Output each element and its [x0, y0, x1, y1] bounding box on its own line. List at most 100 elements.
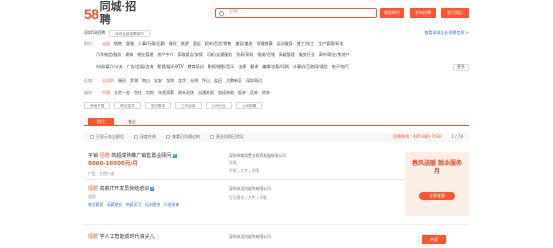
area-item[interactable]: 福田 — [118, 78, 126, 84]
industry-row-3: 市场/媒介/公关 广告/会展/咨询 影视/娱乐/KTV 教育培训 影视/摄影/音… — [84, 64, 469, 71]
industry-item[interactable]: 美容/美发 — [235, 41, 252, 47]
area-item[interactable]: 龙岗 — [166, 78, 174, 84]
welfare-item[interactable]: 交通补助 — [198, 90, 214, 96]
industry-item[interactable]: 普工/技工 — [297, 41, 314, 47]
welfare-item[interactable]: 周末双休 — [178, 90, 194, 96]
filter-option[interactable]: 营业执照已验证 — [210, 134, 244, 140]
industry-item[interactable]: 家政保洁/安保 — [177, 52, 202, 58]
logo-text: 同城·招聘 — [99, 0, 137, 26]
promo-title: 春风送暖 就业服务月 — [411, 160, 463, 175]
industry-item[interactable]: 广告/会展/咨询 — [127, 64, 154, 70]
area-item[interactable]: 深圳周边 — [246, 78, 262, 84]
job-title[interactable]: 招聘 学人工智能成时代浪尖儿 — [88, 234, 155, 240]
industry-row-2: 汽车制造/服务 建筑 物业管理 房产中介 家政保洁/安保 司机/交通服务 贸易/… — [84, 52, 469, 58]
more-button[interactable]: 更多 — [453, 64, 469, 71]
industry-item[interactable]: 超市/百货/零售 — [205, 41, 232, 47]
industry-item[interactable]: 餐饮 — [169, 41, 177, 47]
welfare-item[interactable]: 加班补助 — [218, 90, 234, 96]
search-input[interactable]: 招聘 — [215, 8, 377, 18]
area-item[interactable]: 光明 — [190, 78, 198, 84]
welfare-item[interactable]: 饭补 — [238, 90, 246, 96]
industry-item[interactable]: 物流/仓储 — [257, 52, 274, 58]
industry-item[interactable]: 保健按摩 — [257, 41, 273, 47]
industry-item[interactable]: 酒店 — [193, 41, 201, 47]
industry-item[interactable]: 物业管理 — [137, 52, 153, 58]
industry-item[interactable]: 市场/媒介/公关 — [96, 64, 123, 70]
industry-item[interactable]: 教育培训 — [188, 64, 204, 70]
apply-button[interactable]: 申请 — [422, 235, 446, 244]
area-item[interactable]: 龙华 — [178, 78, 186, 84]
welfare-item[interactable]: 包住 — [134, 90, 142, 96]
welfare-item[interactable]: 五险一金 — [114, 90, 130, 96]
area-item[interactable]: 罗湖 — [130, 78, 138, 84]
industry-item[interactable]: 电子/电气 — [332, 64, 349, 70]
welfare-item[interactable]: 话补 — [250, 90, 258, 96]
company-help-link[interactable]: 查看深圳企业招聘信息 > — [424, 30, 469, 36]
pagination[interactable]: 1 / 70 — [451, 134, 469, 140]
area-item[interactable]: 宝安 — [154, 78, 162, 84]
industry-item[interactable]: 生产管理/研发 — [318, 41, 343, 47]
location-select[interactable]: 深圳全部招聘城市 — [109, 30, 150, 37]
welfare-item[interactable]: 房补 — [262, 90, 270, 96]
welfare-item[interactable]: 年底双薪 — [158, 90, 174, 96]
welfare-item[interactable]: 不限 — [102, 90, 110, 96]
job-title[interactable]: 招聘 高薪IT开发员快结培训 V — [88, 186, 155, 192]
filter-select[interactable]: 公司规模 — [235, 102, 263, 109]
company-name[interactable]: 深圳市商润置业投资发展有限公司 — [229, 153, 286, 159]
publish-button[interactable]: 发布招聘 — [410, 8, 436, 18]
industry-item[interactable]: 法律 — [238, 64, 246, 70]
industry-item[interactable]: 汽车制造/服务 — [96, 52, 121, 58]
industry-item[interactable]: 影视/摄影/音乐 — [208, 64, 235, 70]
tab-companies[interactable]: 名企 — [122, 118, 142, 126]
welfare-item[interactable]: 包吃 — [146, 90, 154, 96]
hotline-text: 招聘热线：400-880-7530 — [393, 134, 442, 140]
industry-item[interactable]: 全部 — [102, 41, 110, 47]
job-requirements: 不限 | 大专 | 不限 — [229, 168, 260, 173]
industry-item[interactable]: 高中/职业/房地产 — [319, 52, 350, 58]
industry-item[interactable]: 客服 — [126, 41, 134, 47]
job-listing[interactable]: 招聘 学人工智能成时代浪尖儿 深圳市达内软件有限公司 — [84, 230, 469, 248]
industry-item[interactable]: 人事/行政/后勤 — [138, 41, 165, 47]
industry-item[interactable]: 翻译 — [250, 64, 258, 70]
area-row: 区域： 全深圳 福田 罗湖 南山 宝安 龙岗 龙华 光明 坪山 盐田 大鹏新区 … — [84, 78, 262, 84]
industry-item[interactable]: 贸易/采购 — [236, 52, 253, 58]
filter-select[interactable]: 学历要求 — [144, 102, 172, 109]
industry-item[interactable]: 编辑/出版/印刷 — [262, 64, 289, 70]
filter-select[interactable]: 公司行业 — [205, 102, 232, 109]
filter-option[interactable]: 查看已沟通过的 — [166, 134, 200, 140]
promo-button[interactable]: 立即查看 — [419, 192, 455, 200]
company-name[interactable]: 深圳市达内软件有限公司 — [229, 186, 271, 192]
area-item[interactable]: 盐田 — [214, 78, 222, 84]
industry-item[interactable]: 运动健身 — [277, 41, 293, 47]
checkbox-icon — [90, 135, 94, 140]
filter-select[interactable]: 其他不限 — [84, 102, 111, 109]
login-button[interactable]: 登记简历 — [441, 8, 469, 18]
industry-item[interactable]: 服务行业 — [299, 52, 315, 58]
search-button[interactable]: 搜索职位 — [380, 8, 404, 18]
industry-item[interactable]: 销售 — [114, 41, 122, 47]
industry-item[interactable]: 高级管理 — [279, 52, 295, 58]
area-item[interactable]: 南山 — [142, 78, 150, 84]
company-name[interactable]: 深圳市达内软件有限公司 — [229, 234, 271, 240]
checkbox-icon — [134, 135, 138, 140]
industry-item[interactable]: 旅游 — [181, 41, 189, 47]
area-item[interactable]: 大鹏新区 — [226, 78, 242, 84]
job-title[interactable]: 平销 招聘 商超成熟推广销售置业顾问 V — [88, 153, 177, 159]
checkbox-icon — [166, 135, 170, 140]
industry-item[interactable]: 房产中介 — [157, 52, 173, 58]
promo-banner[interactable]: 春风送暖 就业服务月 立即查看 — [405, 152, 469, 216]
area-item[interactable]: 全深圳 — [102, 78, 114, 84]
industry-item[interactable]: 计算机/互联网/通信 — [293, 64, 328, 70]
filter-option[interactable]: 深度在线 — [134, 134, 156, 140]
industry-item[interactable]: 建筑 — [125, 52, 133, 58]
job-location: 深圳 — [88, 194, 96, 199]
tab-jobs[interactable]: 职位 — [88, 118, 114, 126]
filter-option[interactable]: 只显示名企职位 — [90, 134, 124, 140]
area-item[interactable]: 坪山 — [202, 78, 210, 84]
site-logo[interactable]: 58 同城·招聘 — [84, 1, 144, 26]
filter-select[interactable]: 职位性质 — [114, 102, 141, 109]
industry-item[interactable]: 司机/交通服务 — [207, 52, 232, 58]
industry-item[interactable]: 影视/娱乐/KTV — [157, 64, 183, 70]
filter-select-row: 其他不限 职位性质 学历要求 工作经验 公司行业 公司规模 — [84, 102, 469, 109]
filter-select[interactable]: 工作经验 — [175, 102, 202, 109]
